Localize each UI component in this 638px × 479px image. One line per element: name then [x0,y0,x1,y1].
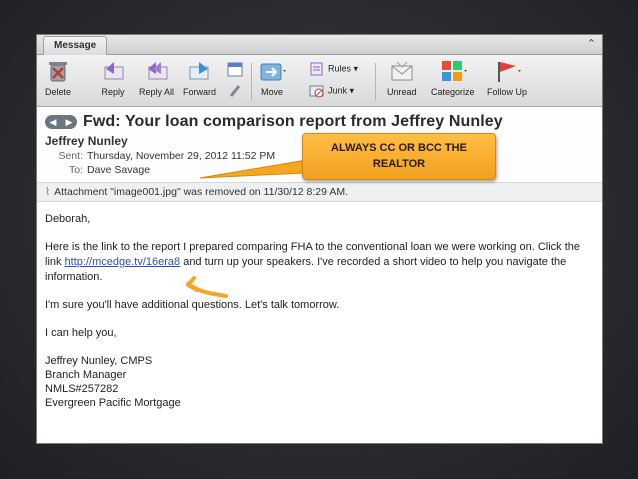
annotation-arrowhead [186,276,199,292]
callout-box: ALWAYS CC OR BCC THE REALTOR [302,133,496,180]
annotation-overlay [186,157,327,298]
